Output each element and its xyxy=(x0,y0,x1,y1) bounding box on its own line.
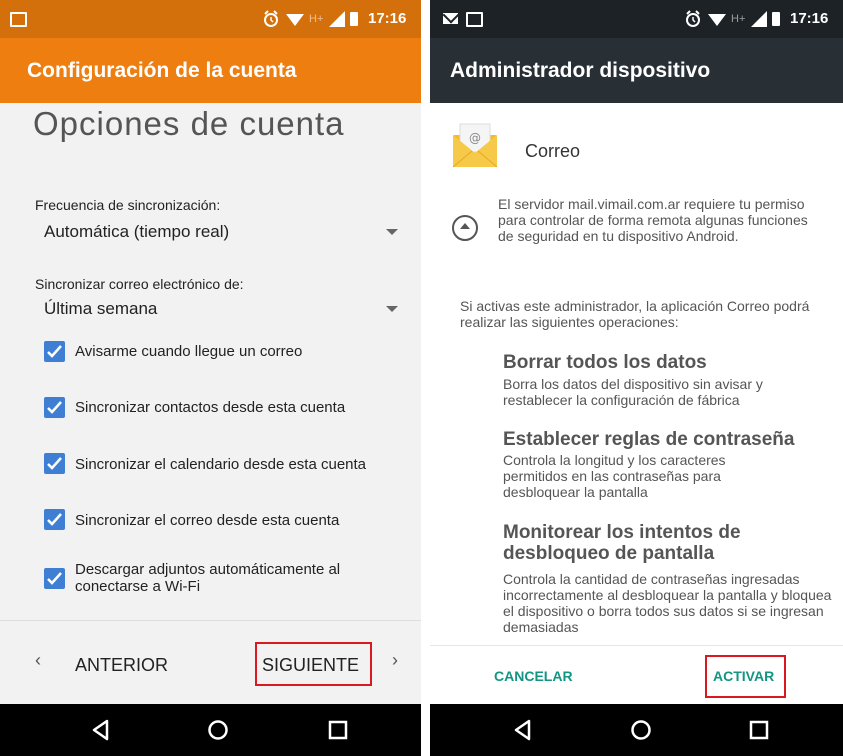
system-nav-bar xyxy=(430,704,843,756)
back-icon[interactable] xyxy=(90,704,112,756)
activate-button[interactable]: ACTIVAR xyxy=(713,668,774,684)
alarm-icon xyxy=(262,0,280,38)
sync-frequency-select[interactable]: Automática (tiempo real) xyxy=(44,222,229,242)
signal-icon xyxy=(750,0,768,38)
alarm-icon xyxy=(684,0,702,38)
sync-range-select[interactable]: Última semana xyxy=(44,299,157,319)
account-settings-screen: H+ 17:16 Configuración de la cuenta Opci… xyxy=(0,0,421,756)
image-icon xyxy=(466,0,483,38)
svg-text:@: @ xyxy=(469,131,481,145)
app-bar: Administrador dispositivo xyxy=(430,38,843,103)
battery-icon xyxy=(350,0,358,38)
app-name: Correo xyxy=(525,141,581,161)
network-type: H+ xyxy=(731,13,746,25)
app-bar-title: Configuración de la cuenta xyxy=(27,59,297,82)
checkbox-sync-mail[interactable] xyxy=(44,509,65,530)
home-icon[interactable] xyxy=(630,704,652,756)
checkbox-label[interactable]: Sincronizar el correo desde esta cuenta xyxy=(75,512,395,529)
checkbox-sync-contacts[interactable] xyxy=(44,397,65,418)
signal-icon xyxy=(328,0,346,38)
checkbox-label[interactable]: Sincronizar contactos desde esta cuenta xyxy=(75,399,395,416)
operation-title: Monitorear los intentos de desbloqueo de… xyxy=(503,522,741,564)
sync-range-label: Sincronizar correo electrónico de: xyxy=(35,276,244,292)
wifi-icon xyxy=(285,0,305,38)
status-bar: H+ 17:16 xyxy=(430,0,843,38)
checkbox-sync-calendar[interactable] xyxy=(44,453,65,474)
mail-icon xyxy=(443,0,458,38)
operation-title: Borrar todos los datos xyxy=(503,352,707,373)
back-icon[interactable] xyxy=(512,704,534,756)
dropdown-arrow-icon[interactable] xyxy=(386,229,398,235)
wifi-icon xyxy=(707,0,727,38)
screen-divider xyxy=(421,0,430,756)
checkbox-notify[interactable] xyxy=(44,341,65,362)
device-admin-screen: H+ 17:16 Administrador dispositivo @ Cor… xyxy=(430,0,843,756)
checkbox-label[interactable]: Descargar adjuntos automáticamente al co… xyxy=(75,561,385,595)
status-time: 17:16 xyxy=(790,10,829,27)
page-title: Opciones de cuenta xyxy=(33,105,345,142)
app-bar-title: Administrador dispositivo xyxy=(450,59,711,82)
checkbox-download-attachments[interactable] xyxy=(44,568,65,589)
battery-icon xyxy=(772,0,780,38)
previous-button[interactable]: ANTERIOR xyxy=(75,655,168,676)
operation-description: Borra los datos del dispositivo sin avis… xyxy=(503,376,763,408)
status-time: 17:16 xyxy=(368,10,407,27)
next-button[interactable]: SIGUIENTE xyxy=(262,655,359,676)
image-icon xyxy=(10,0,27,38)
operation-description: Controla la cantidad de contraseñas ingr… xyxy=(503,571,832,635)
home-icon[interactable] xyxy=(207,704,229,756)
operation-title: Establecer reglas de contraseña xyxy=(503,429,795,450)
cancel-button[interactable]: CANCELAR xyxy=(494,668,573,684)
status-bar: H+ 17:16 xyxy=(0,0,421,38)
network-type: H+ xyxy=(309,13,324,25)
recents-icon[interactable] xyxy=(327,704,349,756)
checkbox-label[interactable]: Avisarme cuando llegue un correo xyxy=(75,343,395,360)
sync-frequency-label: Frecuencia de sincronización: xyxy=(35,197,221,213)
admin-intro-text: Si activas este administrador, la aplica… xyxy=(460,298,810,330)
chevron-left-icon[interactable]: ‹ xyxy=(35,650,41,671)
chevron-right-icon[interactable]: › xyxy=(392,650,398,671)
app-bar: Configuración de la cuenta xyxy=(0,38,421,103)
operation-description: Controla la longitud y los caracteres pe… xyxy=(503,452,726,500)
dropdown-arrow-icon[interactable] xyxy=(386,306,398,312)
recents-icon[interactable] xyxy=(748,704,770,756)
collapse-icon[interactable] xyxy=(452,215,478,241)
system-nav-bar xyxy=(0,704,421,756)
checkbox-label[interactable]: Sincronizar el calendario desde esta cue… xyxy=(75,456,395,473)
email-app-icon: @ xyxy=(450,121,500,171)
server-permission-message: El servidor mail.vimail.com.ar requiere … xyxy=(498,196,808,244)
